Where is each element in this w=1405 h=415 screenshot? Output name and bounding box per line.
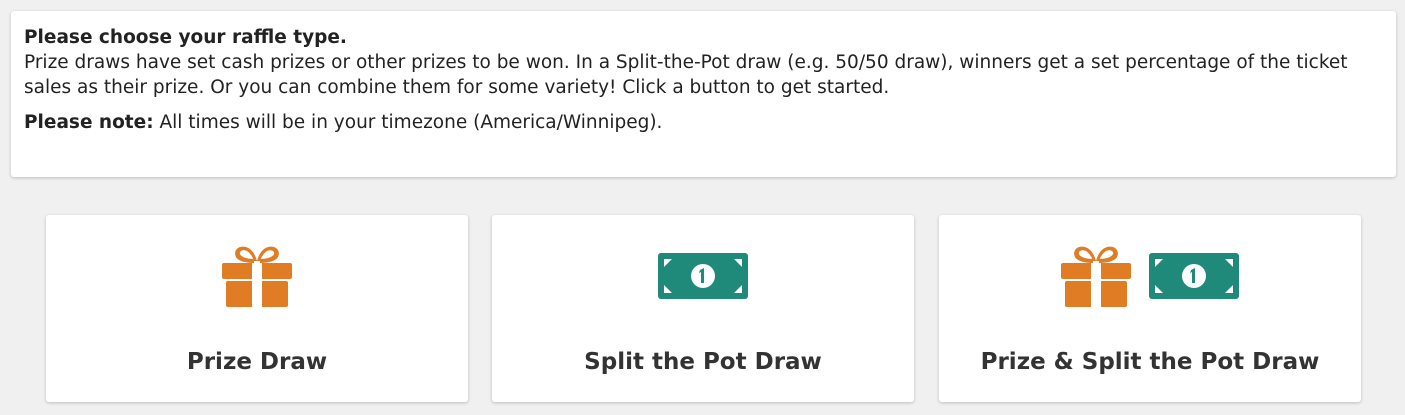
card-label: Prize & Split the Pot Draw [980,349,1320,375]
split-the-pot-draw-button[interactable]: Split the Pot Draw [492,215,914,402]
card-label: Prize Draw [186,349,328,375]
card-icons [46,245,468,307]
gift-icon [222,245,292,307]
prize-and-split-the-pot-draw-button[interactable]: Prize & Split the Pot Draw [939,215,1361,402]
raffle-type-notice: Please choose your raffle type. Prize dr… [11,11,1396,177]
notice-body: Prize draws have set cash prizes or othe… [24,52,1348,98]
card-icons [939,245,1361,307]
prize-draw-button[interactable]: Prize Draw [46,215,468,402]
card-icons [492,245,914,307]
money-bill-icon [658,253,748,299]
notice-heading: Please choose your raffle type. [24,27,347,48]
card-label: Split the Pot Draw [584,349,822,375]
note-text: All times will be in your timezone (Amer… [153,112,663,133]
money-bill-icon [1149,253,1239,299]
note-label: Please note: [24,112,154,133]
timezone-note: Please note: All times will be in your t… [24,110,1383,135]
gift-icon [1061,245,1131,307]
